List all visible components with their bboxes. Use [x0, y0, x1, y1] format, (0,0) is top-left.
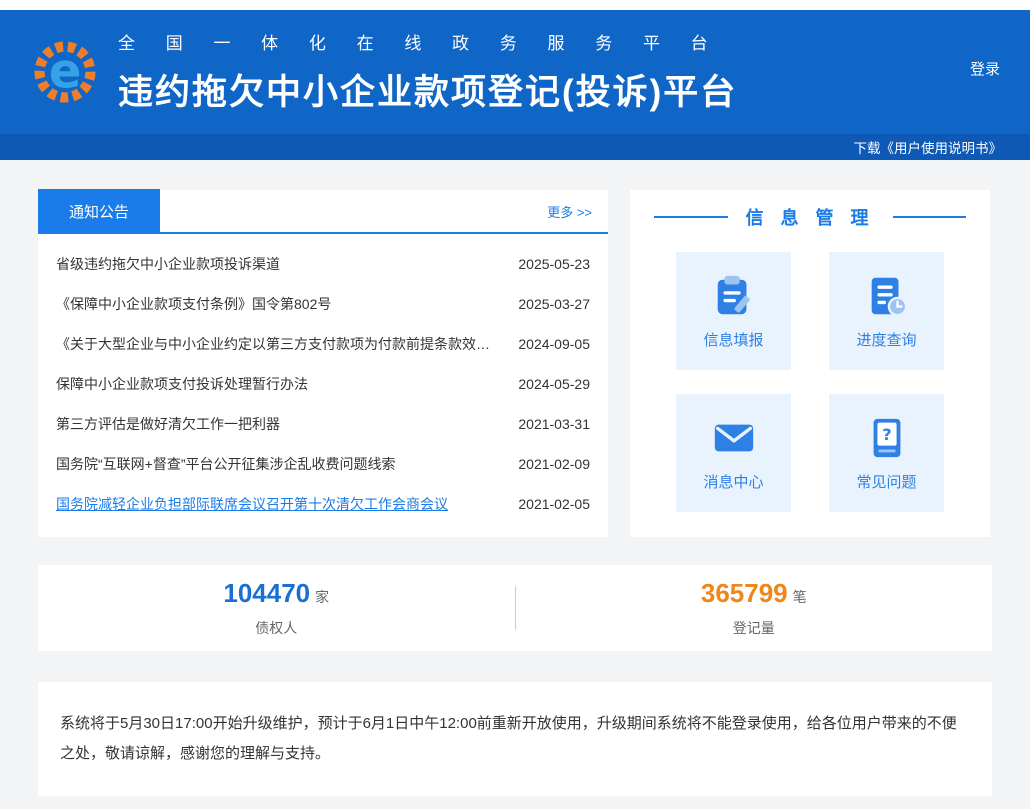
- more-notices-link[interactable]: 更多 >>: [547, 202, 592, 221]
- registrations-unit: 笔: [793, 589, 807, 605]
- message-center-icon: [711, 415, 757, 461]
- stat-creditors: 104470 家 债权人: [38, 578, 515, 638]
- notice-panel: 通知公告 更多 >> 省级违约拖欠中小企业款项投诉渠道 2025-05-23 《…: [38, 190, 608, 537]
- notice-title[interactable]: 国务院“互联网+督查”平台公开征集涉企乱收费问题线索: [56, 454, 396, 474]
- notice-date: 2021-02-09: [518, 456, 590, 472]
- notice-title[interactable]: 国务院减轻企业负担部际联席会议召开第十次清欠工作会商会议: [56, 494, 448, 514]
- creditors-label: 债权人: [38, 618, 515, 638]
- info-management-header: 信 息 管 理: [654, 204, 966, 230]
- header-strip: 下载《用户使用说明书》: [0, 134, 1030, 160]
- notice-item[interactable]: 国务院减轻企业负担部际联席会议召开第十次清欠工作会商会议 2021-02-05: [56, 484, 590, 524]
- notice-item[interactable]: 第三方评估是做好清欠工作一把利器 2021-03-31: [56, 404, 590, 444]
- main-content: 通知公告 更多 >> 省级违约拖欠中小企业款项投诉渠道 2025-05-23 《…: [0, 160, 1030, 796]
- stats-bar: 104470 家 债权人 365799 笔 登记量: [38, 565, 992, 651]
- info-management-panel: 信 息 管 理 信息填报: [630, 190, 990, 537]
- notice-panel-header: 通知公告 更多 >>: [38, 190, 608, 234]
- notice-date: 2025-03-27: [518, 296, 590, 312]
- notice-date: 2021-03-31: [518, 416, 590, 432]
- tile-message-center[interactable]: 消息中心: [676, 394, 791, 512]
- notice-date: 2025-05-23: [518, 256, 590, 272]
- svg-text:?: ?: [882, 424, 891, 443]
- notice-list: 省级违约拖欠中小企业款项投诉渠道 2025-05-23 《保障中小企业款项支付条…: [38, 234, 608, 524]
- notice-item[interactable]: 省级违约拖欠中小企业款项投诉渠道 2025-05-23: [56, 244, 590, 284]
- platform-tagline: 全 国 一 体 化 在 线 政 务 服 务 平 台: [118, 29, 737, 54]
- notice-date: 2024-05-29: [518, 376, 590, 392]
- notice-date: 2021-02-05: [518, 496, 590, 512]
- creditors-unit: 家: [315, 589, 329, 605]
- tab-notices[interactable]: 通知公告: [38, 189, 160, 233]
- header-line-left: [654, 216, 728, 218]
- download-manual-link[interactable]: 下载《用户使用说明书》: [854, 137, 1003, 157]
- notice-title[interactable]: 《保障中小企业款项支付条例》国令第802号: [56, 294, 331, 314]
- header: e 全 国 一 体 化 在 线 政 务 服 务 平 台 违约拖欠中小企业款项登记…: [0, 10, 1030, 160]
- tile-progress-query[interactable]: 进度查询: [829, 252, 944, 370]
- info-management-title: 信 息 管 理: [746, 204, 875, 230]
- tile-label: 信息填报: [703, 329, 763, 350]
- notice-title[interactable]: 省级违约拖欠中小企业款项投诉渠道: [56, 254, 280, 274]
- notice-item[interactable]: 国务院“互联网+督查”平台公开征集涉企乱收费问题线索 2021-02-09: [56, 444, 590, 484]
- gear-e-logo-icon: e: [28, 35, 102, 109]
- svg-text:e: e: [49, 44, 82, 100]
- login-link[interactable]: 登录: [970, 58, 1000, 79]
- creditors-count: 104470: [223, 578, 310, 608]
- notice-title[interactable]: 保障中小企业款项支付投诉处理暂行办法: [56, 374, 308, 394]
- top-gap: [0, 0, 1030, 10]
- tile-form-fill[interactable]: 信息填报: [676, 252, 791, 370]
- stat-registrations: 365799 笔 登记量: [516, 578, 993, 638]
- header-main: e 全 国 一 体 化 在 线 政 务 服 务 平 台 违约拖欠中小企业款项登记…: [0, 10, 1030, 134]
- page-title: 违约拖欠中小企业款项登记(投诉)平台: [118, 64, 737, 115]
- progress-query-icon: [864, 273, 910, 319]
- notice-item[interactable]: 《保障中小企业款项支付条例》国令第802号 2025-03-27: [56, 284, 590, 324]
- tile-label: 常见问题: [856, 471, 916, 492]
- notice-date: 2024-09-05: [518, 336, 590, 352]
- notice-title[interactable]: 《关于大型企业与中小企业约定以第三方支付款项为付款前提条款效力...: [56, 334, 496, 354]
- notice-title[interactable]: 第三方评估是做好清欠工作一把利器: [56, 414, 280, 434]
- registrations-label: 登记量: [516, 618, 993, 638]
- header-titles: 全 国 一 体 化 在 线 政 务 服 务 平 台 违约拖欠中小企业款项登记(投…: [118, 29, 737, 115]
- faq-icon: ?: [864, 415, 910, 461]
- tile-label: 进度查询: [856, 329, 916, 350]
- tile-faq[interactable]: ? 常见问题: [829, 394, 944, 512]
- header-line-right: [893, 216, 967, 218]
- notice-item[interactable]: 《关于大型企业与中小企业约定以第三方支付款项为付款前提条款效力... 2024-…: [56, 324, 590, 364]
- info-tiles: 信息填报 进度查询: [654, 252, 966, 512]
- form-fill-icon: [711, 273, 757, 319]
- notice-item[interactable]: 保障中小企业款项支付投诉处理暂行办法 2024-05-29: [56, 364, 590, 404]
- registrations-count: 365799: [701, 578, 788, 608]
- maintenance-notice: 系统将于5月30日17:00开始升级维护，预计于6月1日中午12:00前重新开放…: [38, 682, 992, 796]
- tile-label: 消息中心: [703, 471, 763, 492]
